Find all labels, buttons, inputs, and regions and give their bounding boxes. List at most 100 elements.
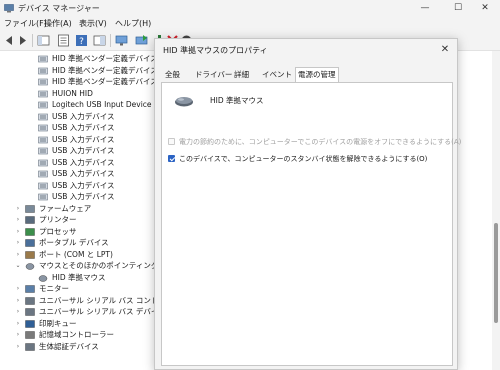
expand-arrow-icon[interactable]: › bbox=[14, 306, 22, 318]
expand-arrow-icon[interactable]: › bbox=[14, 329, 22, 341]
menu-view[interactable]: 表示(V) bbox=[79, 18, 107, 29]
power-off-checkbox[interactable] bbox=[168, 138, 175, 145]
menu-help[interactable]: ヘルプ(H) bbox=[115, 18, 151, 29]
show-hide-tree-icon[interactable] bbox=[36, 33, 51, 48]
device-category-icon bbox=[25, 296, 35, 305]
tree-item-label: USB 入力デバイス bbox=[52, 111, 115, 121]
tree-item-label: HUION HID bbox=[52, 88, 93, 98]
device-category-icon bbox=[25, 250, 35, 259]
expand-arrow-icon[interactable]: › bbox=[14, 318, 22, 330]
collapse-arrow-icon[interactable]: ⌄ bbox=[14, 260, 22, 272]
hid-device-icon bbox=[38, 159, 48, 166]
tree-item-label: 記憶域コントローラー bbox=[39, 330, 114, 339]
tab-details[interactable]: 詳細 bbox=[232, 68, 251, 82]
tree-item-label: HID 準拠ベンダー定義デバイス bbox=[52, 54, 158, 63]
expand-arrow-icon[interactable]: › bbox=[14, 214, 22, 226]
tree-item-label: HID 準拠マウス bbox=[52, 272, 106, 282]
tree-item-label: USB 入力デバイス bbox=[52, 157, 115, 167]
hid-device-icon bbox=[38, 136, 48, 143]
console-tree-icon[interactable] bbox=[92, 33, 107, 48]
expand-arrow-icon[interactable]: › bbox=[14, 237, 22, 249]
dialog-title: HID 準拠マウスのプロパティ bbox=[163, 46, 268, 55]
wake-label: このデバイスで、コンピューターのスタンバイ状態を解除できるようにする(O) bbox=[179, 155, 428, 163]
update-driver-icon[interactable] bbox=[134, 33, 149, 48]
forward-icon[interactable] bbox=[15, 33, 30, 48]
tree-item-label: USB 入力デバイス bbox=[52, 123, 115, 132]
hid-device-icon bbox=[38, 90, 48, 97]
tab-general[interactable]: 全般 bbox=[163, 68, 182, 82]
tree-item-label: HID 準拠ベンダー定義デバイス bbox=[52, 65, 158, 75]
toolbar-separator bbox=[32, 34, 33, 47]
tree-item-label: プロセッサ bbox=[39, 226, 77, 236]
menu-file[interactable]: ファイル(F) bbox=[4, 18, 47, 29]
hid-device-icon bbox=[38, 170, 48, 178]
device-category-icon bbox=[25, 342, 35, 351]
tab-driver[interactable]: ドライバー bbox=[193, 68, 234, 82]
properties-icon[interactable] bbox=[56, 33, 71, 48]
mouse-icon bbox=[175, 97, 193, 107]
device-category-icon bbox=[25, 319, 35, 328]
minimize-button[interactable]: — bbox=[410, 0, 440, 16]
mouse-icon bbox=[38, 274, 48, 282]
hid-device-icon bbox=[38, 113, 48, 120]
device-category-icon bbox=[25, 308, 35, 316]
toolbar-separator bbox=[110, 34, 111, 47]
tree-item-label: ポート (COM と LPT) bbox=[39, 249, 113, 259]
tree-item-label: 印刷キュー bbox=[39, 318, 77, 328]
maximize-button[interactable]: ☐ bbox=[443, 0, 473, 16]
tree-item-label: モニター bbox=[39, 284, 69, 293]
device-category-icon bbox=[25, 239, 35, 247]
expand-arrow-icon[interactable]: › bbox=[14, 341, 22, 353]
expand-arrow-icon[interactable]: › bbox=[14, 203, 22, 215]
hid-device-icon bbox=[38, 182, 48, 189]
tree-item-label: プリンター bbox=[39, 215, 77, 224]
device-category-icon bbox=[25, 216, 35, 224]
help-icon[interactable]: ? bbox=[74, 33, 89, 48]
window-title: デバイス マネージャー bbox=[18, 4, 100, 13]
expand-arrow-icon[interactable]: › bbox=[14, 295, 22, 307]
tree-scrollbar[interactable] bbox=[492, 51, 500, 370]
device-category-icon bbox=[25, 285, 35, 293]
dialog-tabs: 全般 ドライバー 詳細 イベント 電源の管理 bbox=[161, 67, 451, 82]
tree-item-label: HID 準拠ベンダー定義デバイス bbox=[52, 77, 158, 86]
device-name: HID 準拠マウス bbox=[210, 96, 264, 105]
device-category-icon bbox=[25, 204, 35, 213]
tab-power-management[interactable]: 電源の管理 bbox=[295, 67, 339, 82]
power-off-label: 電力の節約のために、コンピューターでこのデバイスの電源をオフにできるようにする(… bbox=[179, 138, 462, 146]
hid-device-icon bbox=[38, 124, 48, 132]
tree-item-label: ユニバーサル シリアル バス デバイス bbox=[39, 307, 166, 316]
hid-device-icon bbox=[38, 193, 48, 201]
tab-events[interactable]: イベント bbox=[260, 68, 294, 82]
tree-item-label: USB 入力デバイス bbox=[52, 180, 115, 190]
tree-item-label: ファームウェア bbox=[39, 203, 92, 213]
tree-item-label: ポータブル デバイス bbox=[39, 238, 109, 247]
hid-device-icon bbox=[38, 55, 48, 63]
properties-dialog: HID 準拠マウスのプロパティ ✕ 全般 ドライバー 詳細 イベント 電源の管理… bbox=[154, 38, 461, 370]
tree-item-label: USB 入力デバイス bbox=[52, 192, 115, 201]
hid-device-icon bbox=[38, 78, 48, 86]
title-bar: デバイス マネージャー — ☐ ✕ bbox=[0, 0, 500, 16]
menu-action[interactable]: 操作(A) bbox=[44, 18, 72, 29]
dialog-close-button[interactable]: ✕ bbox=[437, 43, 453, 57]
device-category-icon bbox=[25, 227, 35, 236]
expand-arrow-icon[interactable]: › bbox=[14, 226, 22, 238]
tree-item-label: 生体認証デバイス bbox=[39, 341, 99, 351]
expand-arrow-icon[interactable]: › bbox=[14, 283, 22, 295]
tree-item-label: USB 入力デバイス bbox=[52, 169, 115, 178]
monitor-icon[interactable] bbox=[114, 33, 129, 48]
expand-arrow-icon[interactable]: › bbox=[14, 249, 22, 261]
scrollbar-thumb[interactable] bbox=[494, 223, 498, 323]
hid-device-icon bbox=[38, 101, 48, 109]
menu-bar: ファイル(F) 操作(A) 表示(V) ヘルプ(H) bbox=[0, 16, 500, 31]
svg-text:?: ? bbox=[79, 37, 84, 47]
mouse-category-icon bbox=[25, 263, 35, 270]
device-manager-icon bbox=[4, 4, 14, 13]
hid-device-icon bbox=[38, 147, 48, 155]
tree-item-label: USB 入力デバイス bbox=[52, 146, 115, 155]
tree-item-label: USB 入力デバイス bbox=[52, 134, 115, 144]
hid-device-icon bbox=[38, 67, 48, 74]
wake-checkbox[interactable] bbox=[168, 155, 175, 162]
device-category-icon bbox=[25, 331, 35, 339]
power-management-panel: HID 準拠マウス 電力の節約のために、コンピューターでこのデバイスの電源をオフ… bbox=[161, 82, 461, 366]
close-window-button[interactable]: ✕ bbox=[470, 0, 500, 16]
